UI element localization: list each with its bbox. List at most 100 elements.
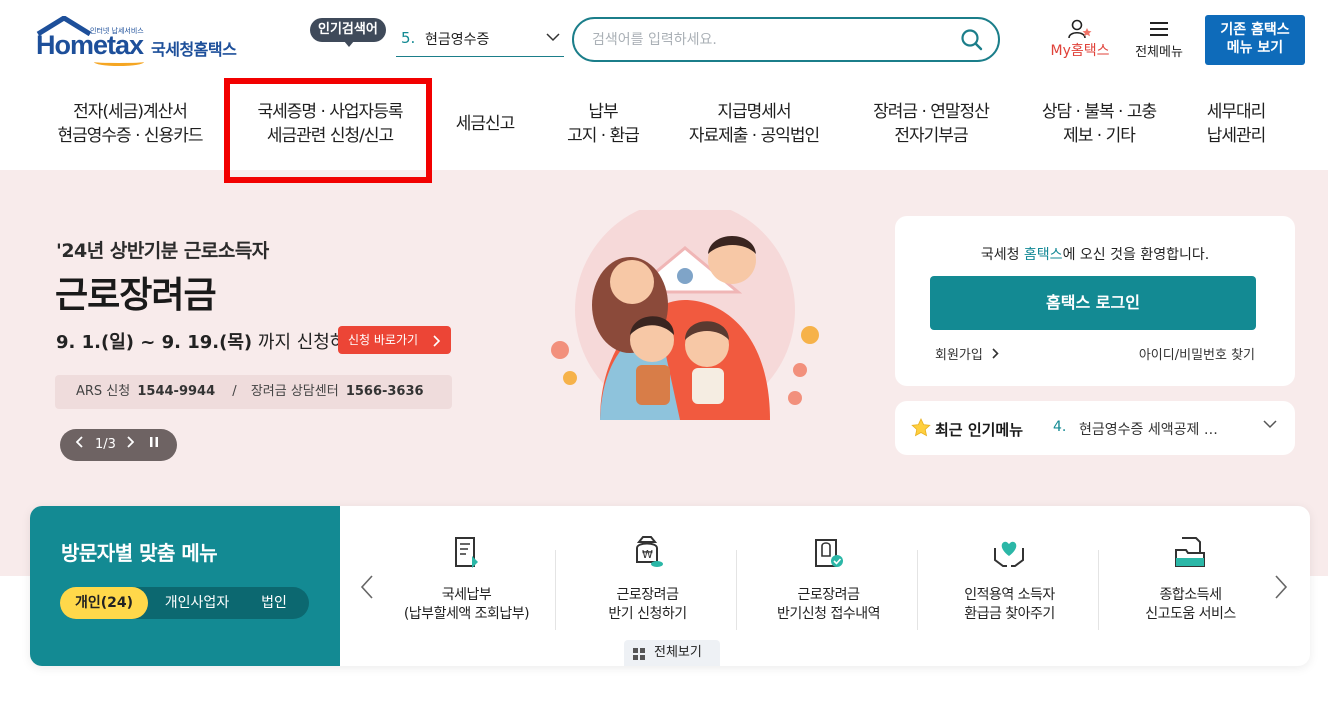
nav-item-line2: 제보 · 기타 <box>1063 126 1136 146</box>
hero-period-dates: 9. 1.(일) ~ 9. 19.(목) <box>56 332 253 353</box>
visitor-menu: 방문자별 맞춤 메뉴 개인(24) 개인사업자 법인 국세납부 (납부할세액 조… <box>30 506 1310 666</box>
chevron-right-icon <box>433 335 441 347</box>
nav-item-line1: 세금신고 <box>455 114 516 134</box>
nav-item-line1: 장려금 · 연말정산 <box>873 102 990 122</box>
welcome-post: 에 오신 것을 환영합니다. <box>1062 247 1210 263</box>
nav-item-statement[interactable]: 지급명세서 자료제출 · 공익법인 <box>674 100 834 148</box>
svg-text:₩: ₩ <box>642 548 653 561</box>
tax-payment-icon <box>455 537 478 568</box>
prev-arrow-icon[interactable] <box>360 574 374 607</box>
family-illustration <box>551 210 819 420</box>
menu-item-line1: 근로장려금 <box>616 587 679 603</box>
logo-word: Hometax <box>36 30 144 60</box>
center-label: 장려금 상담센터 <box>250 384 339 399</box>
nav-item-line1: 지급명세서 <box>717 102 791 122</box>
tab-corporation[interactable]: 법인 <box>246 587 302 619</box>
nav-item-line1: 상담 · 불복 · 고충 <box>1041 102 1157 122</box>
menu-item-tax-payment[interactable]: 국세납부 (납부할세액 조회납부) <box>376 528 557 628</box>
menu-item-line2: 반기신청 접수내역 <box>777 606 881 622</box>
heart-hands-icon <box>994 541 1024 567</box>
login-panel: 국세청 홈택스에 오신 것을 환영합니다. 홈택스 로그인 회원가입 아이디/비… <box>895 216 1295 386</box>
contact-separator: / <box>232 384 237 399</box>
visitor-menu-header: 방문자별 맞춤 메뉴 개인(24) 개인사업자 법인 <box>30 506 340 666</box>
menu-item-line2: (납부할세액 조회납부) <box>403 606 530 622</box>
hamburger-icon <box>1150 22 1168 36</box>
visitor-menu-title: 방문자별 맞춤 메뉴 <box>61 541 218 565</box>
chevron-down-icon[interactable] <box>1263 417 1277 433</box>
apply-shortcut-button[interactable]: 신청 바로가기 <box>338 326 451 354</box>
hero-subtitle: '24년 상반기분 근로소득자 <box>56 240 269 262</box>
center-number: 1566-3636 <box>345 384 424 399</box>
pause-icon[interactable] <box>149 429 159 461</box>
my-hometax-button[interactable]: My홈택스 <box>1044 18 1116 62</box>
main-navigation: 전자(세금)계산서 현금영수증 · 신용카드 국세증명 · 사업자등록 세금관련… <box>0 80 1328 170</box>
join-link[interactable]: 회원가입 <box>935 344 999 363</box>
star-icon <box>911 418 931 437</box>
chevron-down-icon <box>546 31 560 46</box>
legacy-menu-button[interactable]: 기존 홈택스 메뉴 보기 <box>1205 15 1305 65</box>
header: 인터넷 납세서비스 Hometax 국세청홈택스 인기검색어 5. 현금영수증 … <box>0 0 1328 80</box>
nav-item-payment[interactable]: 납부 고지 · 환급 <box>548 100 658 148</box>
menu-item-line2: 신고도움 서비스 <box>1145 606 1236 622</box>
next-arrow-icon[interactable] <box>1274 574 1288 607</box>
search-input[interactable] <box>592 29 952 51</box>
nav-item-invoice[interactable]: 전자(세금)계산서 현금영수증 · 신용카드 <box>50 100 210 148</box>
nav-item-consult[interactable]: 상담 · 불복 · 고충 제보 · 기타 <box>1026 100 1172 148</box>
logo-swoosh <box>94 58 144 66</box>
nav-item-line1: 국세증명 · 사업자등록 <box>257 102 404 122</box>
welcome-highlight: 홈택스 <box>1023 247 1063 263</box>
popular-search-term: 현금영수증 <box>425 32 490 48</box>
contact-info: ARS 신청 1544-9944 / 장려금 상담센터 1566-3636 <box>55 375 452 409</box>
all-menu-button[interactable]: 전체메뉴 <box>1127 18 1191 62</box>
nav-item-line2: 자료제출 · 공익법인 <box>688 126 820 146</box>
nav-item-line2: 납세관리 <box>1206 126 1267 146</box>
popular-menu-rank: 4. <box>1053 419 1067 435</box>
popular-menu-label: 최근 인기메뉴 <box>935 421 1024 439</box>
nav-item-line1: 납부 <box>588 102 618 122</box>
menu-item-line1: 종합소득세 <box>1159 587 1222 603</box>
join-label: 회원가입 <box>935 348 983 363</box>
divider <box>736 550 737 630</box>
legacy-menu-line2: 메뉴 보기 <box>1226 40 1284 56</box>
welcome-pre: 국세청 <box>980 247 1024 263</box>
nav-item-incentive[interactable]: 장려금 · 연말정산 전자기부금 <box>856 100 1006 148</box>
view-all-button[interactable]: 전체보기 <box>624 640 720 666</box>
welcome-text: 국세청 홈택스에 오신 것을 환영합니다. <box>895 244 1295 264</box>
popular-menu-text: 현금영수증 세액공제 … <box>1079 422 1218 438</box>
slide-counter: 1/3 <box>95 437 116 452</box>
all-menu-label: 전체메뉴 <box>1135 45 1183 60</box>
nav-item-agent[interactable]: 세무대리 납세관리 <box>1192 100 1280 148</box>
nav-item-tax-report[interactable]: 세금신고 <box>446 112 524 136</box>
login-button[interactable]: 홈택스 로그인 <box>930 276 1256 330</box>
legacy-menu-line1: 기존 홈택스 <box>1220 22 1290 38</box>
banner-pager: 1/3 <box>60 429 177 461</box>
nav-item-certificate[interactable]: 국세증명 · 사업자등록 세금관련 신청/신고 <box>244 100 416 148</box>
logo-korean: 국세청홈택스 <box>151 40 237 59</box>
menu-item-incentive-status[interactable]: 근로장려금 반기신청 접수내역 <box>738 528 919 628</box>
popular-search-badge: 인기검색어 <box>310 18 386 47</box>
user-star-icon <box>1068 19 1092 39</box>
receipt-check-icon <box>815 539 843 567</box>
menu-item-line2: 환급금 찾아주기 <box>964 606 1055 622</box>
menu-item-line1: 인적용역 소득자 <box>964 587 1055 603</box>
menu-item-line1: 근로장려금 <box>797 587 860 603</box>
find-account-link[interactable]: 아이디/비밀번호 찾기 <box>1139 344 1255 363</box>
chevron-right-icon <box>992 348 999 359</box>
menu-item-refund-finder[interactable]: 인적용역 소득자 환급금 찾아주기 <box>919 528 1100 628</box>
search-icon[interactable] <box>960 28 984 56</box>
menu-item-income-tax-help[interactable]: 종합소득세 신고도움 서비스 <box>1100 528 1281 628</box>
money-bag-icon: ₩ <box>636 536 663 567</box>
folder-doc-icon <box>1175 537 1205 567</box>
divider <box>917 550 918 630</box>
popular-search-rank: 5. <box>401 29 416 47</box>
tab-sole-proprietor[interactable]: 개인사업자 <box>154 587 240 619</box>
popular-menu-box[interactable]: 최근 인기메뉴 4. 현금영수증 세액공제 … <box>895 401 1295 455</box>
menu-item-incentive-apply[interactable]: ₩ 근로장려금 반기 신청하기 <box>557 528 738 628</box>
popular-search-select[interactable]: 5. 현금영수증 <box>396 25 564 57</box>
search-box <box>572 17 1000 62</box>
prev-slide-icon[interactable] <box>75 429 84 461</box>
hero-title: 근로장려금 <box>55 275 217 316</box>
hometax-logo[interactable]: 인터넷 납세서비스 Hometax 국세청홈택스 <box>34 16 249 66</box>
tab-individual[interactable]: 개인(24) <box>60 587 148 619</box>
next-slide-icon[interactable] <box>126 429 135 461</box>
